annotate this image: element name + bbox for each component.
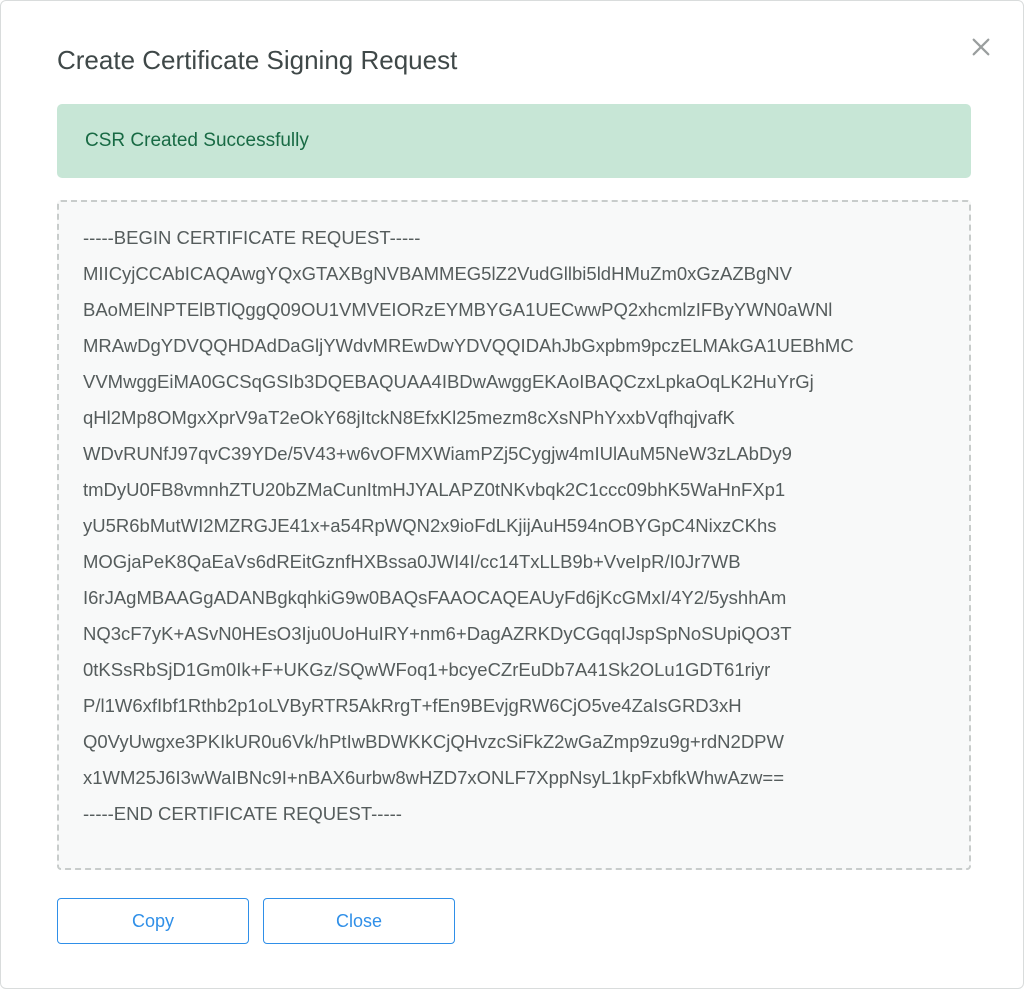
button-row: Copy Close <box>1 898 1023 944</box>
success-message: CSR Created Successfully <box>85 130 309 151</box>
csr-line: tmDyU0FB8vmnhZTU20bZMaCunItmHJYALAPZ0tNK… <box>83 472 945 508</box>
copy-button[interactable]: Copy <box>57 898 249 944</box>
success-banner: CSR Created Successfully <box>57 104 971 178</box>
csr-line: qHl2Mp8OMgxXprV9aT2eOkY68jItckN8EfxKl25m… <box>83 400 945 436</box>
close-button[interactable]: Close <box>263 898 455 944</box>
csr-line: MIICyjCCAbICAQAwgYQxGTAXBgNVBAMMEG5lZ2Vu… <box>83 256 945 292</box>
csr-line: x1WM25J6I3wWaIBNc9I+nBAX6urbw8wHZD7xONLF… <box>83 760 945 796</box>
csr-line: MRAwDgYDVQQHDAdDaGljYWdvMREwDwYDVQQIDAhJ… <box>83 328 945 364</box>
csr-line: -----BEGIN CERTIFICATE REQUEST----- <box>83 220 945 256</box>
csr-line: NQ3cF7yK+ASvN0HEsO3Iju0UoHuIRY+nm6+DagAZ… <box>83 616 945 652</box>
csr-line: I6rJAgMBAAGgADANBgkqhkiG9w0BAQsFAAOCAQEA… <box>83 580 945 616</box>
close-icon <box>970 36 992 58</box>
csr-line: -----END CERTIFICATE REQUEST----- <box>83 796 945 832</box>
csr-line: BAoMElNPTElBTlQggQ09OU1VMVEIORzEYMBYGA1U… <box>83 292 945 328</box>
csr-output-box: -----BEGIN CERTIFICATE REQUEST----- MIIC… <box>57 200 971 870</box>
close-icon-button[interactable] <box>965 31 997 63</box>
csr-line: 0tKSsRbSjD1Gm0Ik+F+UKGz/SQwWFoq1+bcyeCZr… <box>83 652 945 688</box>
csr-line: MOGjaPeK8QaEaVs6dREitGznfHXBssa0JWI4I/cc… <box>83 544 945 580</box>
csr-line: yU5R6bMutWI2MZRGJE41x+a54RpWQN2x9ioFdLKj… <box>83 508 945 544</box>
csr-line: WDvRUNfJ97qvC39YDe/5V43+w6vOFMXWiamPZj5C… <box>83 436 945 472</box>
csr-line: P/l1W6xfIbf1Rthb2p1oLVByRTR5AkRrgT+fEn9B… <box>83 688 945 724</box>
modal-title: Create Certificate Signing Request <box>1 1 1023 76</box>
csr-line: VVMwggEiMA0GCSqGSIb3DQEBAQUAA4IBDwAwggEK… <box>83 364 945 400</box>
csr-line: Q0VyUwgxe3PKIkUR0u6Vk/hPtIwBDWKKCjQHvzcS… <box>83 724 945 760</box>
csr-modal: Create Certificate Signing Request CSR C… <box>0 0 1024 989</box>
